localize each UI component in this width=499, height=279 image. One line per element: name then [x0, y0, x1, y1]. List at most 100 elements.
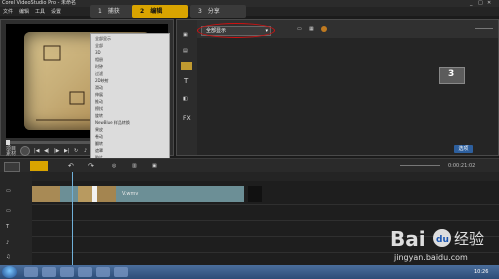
- end-icon[interactable]: ▶|: [64, 148, 70, 154]
- windows-taskbar: 10:26: [0, 265, 499, 279]
- dropdown-option[interactable]: 相册: [95, 57, 103, 62]
- minimize-icon[interactable]: _: [470, 0, 473, 6]
- video-clip[interactable]: V.wmv: [32, 186, 244, 202]
- taskbar-app[interactable]: [78, 267, 92, 277]
- workflow-steps: 1 捕获 2 编辑 3 分享: [90, 5, 330, 18]
- playhead[interactable]: [72, 172, 73, 265]
- taskbar-app[interactable]: [96, 267, 110, 277]
- mixer-icon[interactable]: ▥: [132, 163, 137, 169]
- dropdown-option[interactable]: 2D映射: [95, 78, 109, 83]
- next-frame-icon[interactable]: |▶: [54, 148, 60, 154]
- menu-settings[interactable]: 设置: [51, 9, 61, 15]
- timeline-view-icon[interactable]: [30, 161, 48, 171]
- clip-thumbnail: [78, 186, 92, 202]
- dropdown-option[interactable]: 全部: [95, 43, 103, 48]
- track-headers: ▭ ▭ T ♪ ♫: [0, 172, 32, 265]
- graphic-icon[interactable]: ◧: [183, 96, 188, 102]
- watermark-suffix: 经验: [454, 230, 484, 248]
- step-label: 分享: [207, 8, 220, 15]
- step-label: 编辑: [150, 8, 163, 15]
- menu-edit[interactable]: 编辑: [19, 9, 29, 15]
- previous-frame-icon[interactable]: ◀|: [44, 148, 50, 154]
- filter-icon[interactable]: FX: [183, 116, 191, 122]
- favorite-icon[interactable]: [321, 26, 327, 32]
- volume-icon[interactable]: ♪: [84, 148, 87, 154]
- clip-label: V.wmv: [122, 191, 139, 197]
- add-folder-icon[interactable]: ▭: [297, 26, 302, 32]
- dropdown-option[interactable]: 滑动: [95, 85, 103, 90]
- music-track-icon[interactable]: ♫: [6, 254, 10, 260]
- dropdown-option[interactable]: 卷动: [95, 134, 103, 139]
- dropdown-option[interactable]: 擦拭: [95, 106, 103, 111]
- menu-file[interactable]: 文件: [3, 9, 13, 15]
- media-icon[interactable]: ▣: [183, 32, 188, 38]
- title-track-icon[interactable]: T: [6, 224, 9, 230]
- window-title: Corel VideoStudio Pro - 未命名: [2, 0, 76, 6]
- home-icon[interactable]: |◀: [34, 148, 40, 154]
- view-icon[interactable]: ▦: [309, 26, 314, 32]
- start-button[interactable]: [2, 266, 17, 278]
- step-label: 捕获: [107, 8, 120, 15]
- undo-icon[interactable]: ↶: [68, 163, 74, 170]
- dropdown-option[interactable]: 时钟: [95, 64, 103, 69]
- close-icon[interactable]: ✕: [487, 0, 491, 6]
- baidu-logo: Bai du 经验 jingyan.baidu.com: [390, 227, 484, 262]
- dropdown-option[interactable]: NewBlue 样品转换: [95, 120, 130, 125]
- watermark-brand: Bai: [390, 227, 426, 251]
- dropdown-option[interactable]: 旋转: [95, 113, 103, 118]
- timeline-zoom-slider[interactable]: [400, 165, 440, 166]
- track-separator: [32, 204, 499, 205]
- dropdown-option[interactable]: 3D: [95, 50, 101, 55]
- dropdown-option[interactable]: 遮罩: [95, 148, 103, 153]
- track-separator: [32, 220, 499, 221]
- dropdown-option[interactable]: 全部显示: [95, 36, 111, 41]
- scrub-handle[interactable]: [6, 140, 10, 145]
- options-button[interactable]: 选项: [454, 145, 473, 153]
- step-number: 2: [140, 8, 145, 15]
- taskbar-app[interactable]: [24, 267, 38, 277]
- voice-track-icon[interactable]: ♪: [6, 240, 9, 246]
- taskbar-app[interactable]: [114, 267, 128, 277]
- instant-project-icon[interactable]: ▤: [183, 48, 188, 54]
- step-share[interactable]: 3 分享: [190, 5, 246, 18]
- step-edit[interactable]: 2 编辑: [132, 5, 188, 18]
- record-icon[interactable]: ◎: [112, 163, 116, 169]
- dropdown-option[interactable]: 伸展: [95, 92, 103, 97]
- timeline-ruler[interactable]: [32, 172, 499, 181]
- library-category-bar: ▣ ▤ T ◧ FX: [177, 20, 197, 155]
- play-icon[interactable]: [20, 146, 30, 156]
- storyboard-view-icon[interactable]: [4, 162, 20, 172]
- baidu-watermark: Bai du 经验 jingyan.baidu.com: [390, 222, 498, 267]
- zoom-slider[interactable]: [475, 28, 493, 29]
- timeline-toolbar: ↶ ↷ ◎ ▥ ▣ 0:00:21:02: [0, 158, 499, 173]
- overlay-track-icon[interactable]: ▭: [6, 208, 11, 214]
- dropdown-option[interactable]: 翻转: [95, 141, 103, 146]
- auto-music-icon[interactable]: ▣: [152, 163, 157, 169]
- redo-icon[interactable]: ↷: [88, 163, 94, 170]
- mode-clip[interactable]: 素材: [6, 151, 16, 157]
- transition-icon[interactable]: [181, 62, 192, 70]
- highlight-circle: [197, 23, 275, 38]
- taskbar-app[interactable]: [60, 267, 74, 277]
- video-track-icon[interactable]: ▭: [6, 188, 11, 194]
- watermark-url: jingyan.baidu.com: [393, 253, 468, 262]
- taskbar-app[interactable]: [42, 267, 56, 277]
- transition-3d-icon: 3: [448, 69, 455, 79]
- menu-tools[interactable]: 工具: [35, 9, 45, 15]
- title-icon[interactable]: T: [184, 78, 188, 85]
- library-thumbnail[interactable]: 3: [439, 67, 465, 84]
- transition-marker[interactable]: [92, 186, 97, 202]
- dropdown-option[interactable]: 过滤: [95, 71, 103, 76]
- clock: 10:26: [474, 269, 489, 275]
- maximize-icon[interactable]: □: [478, 0, 483, 6]
- repeat-icon[interactable]: ↻: [74, 148, 78, 154]
- dropdown-option[interactable]: 果皮: [95, 127, 103, 132]
- clip-thumbnail: [96, 186, 116, 202]
- clip-thumbnail: [32, 186, 60, 202]
- timecode: 0:00:21:02: [448, 163, 476, 169]
- step-number: 3: [198, 8, 202, 15]
- step-number: 1: [98, 8, 102, 15]
- watermark-paw: du: [436, 235, 449, 245]
- dropdown-option[interactable]: 推动: [95, 99, 103, 104]
- black-clip[interactable]: [248, 186, 262, 202]
